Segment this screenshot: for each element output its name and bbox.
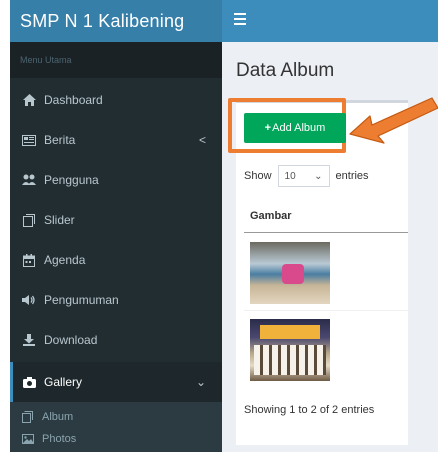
sidebar-item-label: Berita (44, 133, 76, 147)
sidebar-item-dashboard[interactable]: Dashboard (10, 80, 222, 120)
table-header-divider (244, 232, 408, 233)
hamburger-menu-icon[interactable] (234, 13, 246, 25)
content-area: Data Album + Add Album Show 10 ⌄ entries… (222, 42, 438, 452)
sidebar-item-slider[interactable]: Slider (10, 200, 222, 240)
add-album-label: Add Album (272, 122, 326, 134)
entries-control: Show 10 ⌄ entries (244, 165, 369, 187)
album-thumbnail[interactable] (250, 319, 330, 381)
sidebar-item-agenda[interactable]: Agenda (10, 240, 222, 280)
top-navbar (222, 0, 438, 42)
album-thumbnail[interactable] (250, 242, 330, 304)
sidebar: SMP N 1 Kalibening Menu Utama Dashboard … (10, 0, 222, 452)
brand-logo[interactable]: SMP N 1 Kalibening (10, 0, 222, 42)
sidebar-subitem-photos[interactable]: Photos (10, 428, 222, 450)
home-icon (22, 93, 36, 107)
sidebar-item-pengumuman[interactable]: Pengumuman (10, 280, 222, 320)
chevron-down-icon: ⌄ (195, 375, 206, 389)
entries-value: 10 (284, 170, 296, 182)
calendar-icon (22, 253, 36, 267)
sidebar-item-label: Gallery (44, 375, 83, 389)
sidebar-item-label: Dashboard (44, 93, 103, 107)
sidebar-subitem-label: Photos (42, 433, 77, 445)
chevron-left-icon: < (198, 133, 206, 147)
chevron-down-icon: ⌄ (314, 170, 323, 182)
image-icon (22, 433, 34, 445)
entries-select[interactable]: 10 ⌄ (277, 165, 330, 187)
brand-title[interactable]: SMP N 1 Kalibening (20, 11, 184, 32)
slider-icon (22, 213, 36, 227)
users-icon (22, 173, 36, 187)
menu-header-label: Menu Utama (20, 55, 72, 65)
sidebar-item-gallery[interactable]: Gallery ⌄ (10, 362, 222, 402)
sidebar-item-label: Slider (44, 213, 75, 227)
plus-icon: + (264, 122, 272, 134)
gallery-submenu: Album Photos (10, 402, 222, 452)
table-row-divider (244, 310, 408, 311)
add-album-button[interactable]: + Add Album (244, 113, 346, 143)
sidebar-item-label: Pengumuman (44, 293, 119, 307)
sidebar-item-label: Pengguna (44, 173, 99, 187)
arrow-pointer-icon (349, 97, 438, 144)
table-info: Showing 1 to 2 of 2 entries (244, 404, 375, 416)
album-icon (22, 411, 34, 423)
sidebar-item-pengguna[interactable]: Pengguna (10, 160, 222, 200)
sidebar-subitem-album[interactable]: Album (10, 406, 222, 428)
camera-icon (22, 375, 36, 389)
sidebar-subitem-label: Album (42, 411, 74, 423)
sidebar-item-label: Agenda (44, 253, 86, 267)
entries-label: entries (335, 170, 369, 182)
megaphone-icon (22, 293, 36, 307)
sidebar-item-download[interactable]: Download (10, 320, 222, 360)
show-label: Show (244, 170, 272, 182)
menu-header: Menu Utama (10, 42, 222, 78)
page-title: Data Album (236, 60, 335, 81)
sidebar-item-berita[interactable]: Berita < (10, 120, 222, 160)
sidebar-item-label: Download (44, 333, 98, 347)
download-icon (22, 333, 36, 347)
column-header-gambar[interactable]: Gambar (250, 210, 292, 222)
newspaper-icon (22, 133, 36, 147)
